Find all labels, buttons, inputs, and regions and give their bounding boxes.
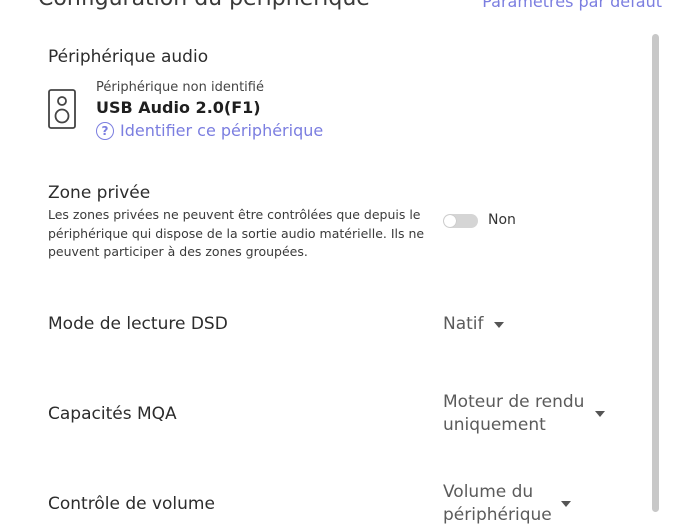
- volume-control-value: Volume du périphérique: [443, 482, 552, 525]
- speaker-icon: [48, 89, 76, 129]
- dsd-mode-label: Mode de lecture DSD: [48, 314, 228, 334]
- scrollbar-thumb[interactable]: [652, 34, 659, 512]
- device-status: Périphérique non identifié: [96, 80, 264, 95]
- page-title: Configuration du périphérique: [38, 0, 370, 11]
- private-zone-toggle[interactable]: [443, 214, 478, 228]
- mqa-value: Moteur de rendu uniquement: [443, 392, 585, 435]
- private-zone-description: Les zones privées ne peuvent être contrô…: [48, 207, 425, 259]
- identify-device-link[interactable]: ? Identifier ce périphérique: [96, 121, 323, 140]
- device-settings-page: Configuration du périphérique Paramètres…: [0, 0, 699, 529]
- toggle-knob: [444, 215, 456, 227]
- volume-control-select[interactable]: Volume du périphérique: [443, 481, 571, 527]
- dsd-mode-select[interactable]: Natif: [443, 313, 504, 336]
- identify-device-label: Identifier ce périphérique: [120, 121, 324, 140]
- question-circle-icon: ?: [96, 121, 114, 140]
- chevron-down-icon: [561, 501, 571, 507]
- private-zone-toggle-state: Non: [488, 212, 516, 228]
- private-zone-label: Zone privée: [48, 183, 151, 203]
- volume-control-label: Contrôle de volume: [48, 494, 215, 514]
- dsd-mode-value: Natif: [443, 314, 484, 334]
- device-name: USB Audio 2.0(F1): [96, 98, 261, 117]
- audio-device-label: Périphérique audio: [48, 47, 209, 67]
- scrollbar[interactable]: [651, 34, 660, 512]
- chevron-down-icon: [493, 321, 504, 328]
- mqa-select[interactable]: Moteur de rendu uniquement: [443, 391, 605, 437]
- chevron-down-icon: [595, 411, 605, 417]
- reset-defaults-link[interactable]: Paramètres par défaut: [482, 0, 662, 11]
- mqa-label: Capacités MQA: [48, 404, 177, 424]
